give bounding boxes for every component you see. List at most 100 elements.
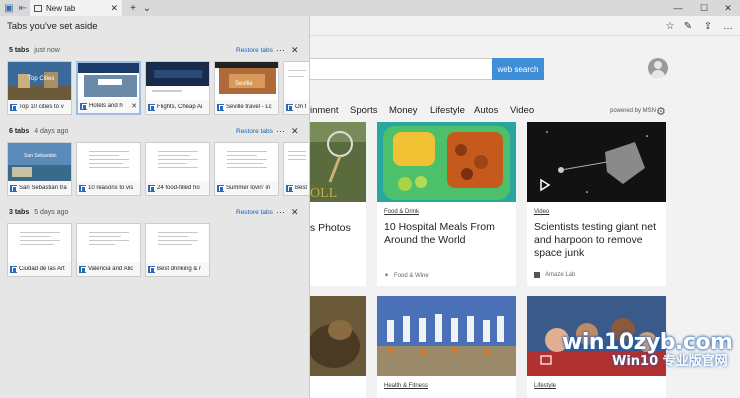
tab-title: Hotels and h: [89, 103, 123, 109]
favorites-star-icon[interactable]: ☆: [662, 18, 678, 34]
news-card[interactable]: Food & Drink 10 Hospital Meals From Arou…: [377, 122, 516, 286]
restore-tabs-link[interactable]: Restore tabs: [236, 209, 273, 216]
source-icon: ⁕: [384, 273, 390, 279]
tab-preview: [89, 232, 129, 248]
set-aside-tab[interactable]: Best drinking & r: [145, 223, 210, 277]
set-aside-tab[interactable]: Valencia and Alic: [76, 223, 141, 277]
remove-group-close-icon[interactable]: ✕: [291, 45, 299, 56]
set-aside-tab[interactable]: Flights, Cheap Ai: [145, 61, 210, 115]
tab-preview: [146, 62, 209, 102]
edge-icon: [80, 102, 87, 110]
tab-group-count: 5 tabs: [9, 47, 30, 54]
title-bar: ▣ ⇤ New tab ✕ + ⌄ — ☐ ✕: [0, 0, 740, 16]
address-bar[interactable]: ☆ ✎ ⇪ …: [310, 16, 740, 36]
window-close-button[interactable]: ✕: [716, 0, 740, 16]
set-aside-tab[interactable]: Top Cities Top 10 cities to v: [7, 61, 72, 115]
edge-icon: [217, 103, 224, 111]
category-lifestyle[interactable]: Lifestyle: [430, 105, 465, 116]
restore-tabs-link[interactable]: Restore tabs: [236, 47, 273, 54]
tab-group-time: 5 days ago: [34, 209, 69, 216]
tab-group-count: 3 tabs: [9, 209, 30, 216]
news-category[interactable]: Lifestyle: [534, 383, 556, 389]
new-tab-button[interactable]: +: [126, 0, 140, 16]
preview-text: San Sebastián: [24, 153, 57, 159]
news-card[interactable]: Video Scientists testing giant net and h…: [527, 122, 666, 286]
category-sports[interactable]: Sports: [350, 105, 377, 116]
minimize-button[interactable]: —: [666, 0, 690, 16]
tab-title: On t: [295, 104, 307, 110]
news-card[interactable]: Health & Fitness: [377, 296, 516, 398]
tab-preview: Seville: [215, 62, 278, 102]
category-video[interactable]: Video: [510, 105, 534, 116]
tab-preview: [284, 62, 309, 102]
tab-title: Flights, Cheap Ai: [157, 104, 203, 110]
restore-tabs-link[interactable]: Restore tabs: [236, 128, 273, 135]
edge-icon: [148, 184, 155, 192]
web-search-button[interactable]: web search: [492, 58, 544, 80]
tab-title: Top 10 cities to v: [19, 104, 64, 110]
tab-preview: [78, 63, 139, 103]
tab-group-time: just now: [34, 47, 60, 54]
edge-icon: [10, 184, 17, 192]
tab-preview: [288, 151, 306, 163]
set-aside-tab[interactable]: 10 reasons to vis: [76, 142, 141, 196]
gear-icon[interactable]: ⚙: [656, 105, 666, 118]
set-aside-tab[interactable]: Hotels and h ✕: [76, 61, 141, 115]
set-aside-tab[interactable]: 24 food-filled ho: [145, 142, 210, 196]
set-aside-tab[interactable]: Seville Seville travel - Lc: [214, 61, 279, 115]
category-money[interactable]: Money: [389, 105, 418, 116]
edge-icon: [148, 265, 155, 273]
remove-tab-close-icon[interactable]: ✕: [131, 102, 137, 110]
set-aside-tab[interactable]: San Sebastián San Sebastián tra: [7, 142, 72, 196]
category-autos[interactable]: Autos: [474, 105, 498, 116]
news-title: 10 Hospital Meals From Around the World: [384, 221, 495, 246]
set-aside-tab[interactable]: On t: [283, 61, 310, 115]
more-menu-icon[interactable]: …: [720, 18, 736, 34]
tab-title: Valencia and Alic: [88, 266, 134, 272]
news-category[interactable]: Video: [534, 209, 549, 215]
set-aside-tab[interactable]: Best: [283, 142, 310, 196]
set-tabs-aside-icon[interactable]: ⇤: [16, 0, 30, 16]
powered-by-label: powered by MSN: [610, 108, 657, 114]
tab-preview: [89, 151, 129, 171]
watermark-subtitle: Win10 专业版官网: [612, 354, 728, 369]
tabs-aside-panel: Tabs you've set aside 5 tabs just now Re…: [0, 16, 310, 398]
news-image: [377, 122, 516, 202]
remove-group-close-icon[interactable]: ✕: [291, 207, 299, 218]
edge-icon: [286, 103, 293, 111]
edge-icon: [10, 265, 17, 273]
category-entertainment[interactable]: inment: [310, 105, 339, 116]
tab-group-header: 5 tabs just now Restore tabs ··· ✕: [9, 45, 305, 59]
svg-text:OLL: OLL: [310, 186, 337, 201]
news-category[interactable]: Health & Fitness: [384, 383, 428, 389]
tab-list-chevron-icon[interactable]: ⌄: [140, 0, 154, 16]
tab-title: Seville travel - Lc: [226, 104, 272, 110]
tab-group-header: 6 tabs 4 days ago Restore tabs ··· ✕: [9, 126, 305, 140]
tab-close-icon[interactable]: ✕: [110, 3, 118, 14]
remove-group-close-icon[interactable]: ✕: [291, 126, 299, 137]
tab-favicon-icon: [34, 4, 42, 12]
tabs-aside-icon[interactable]: ▣: [2, 0, 16, 16]
tab-title: New tab: [46, 3, 76, 13]
news-title: Scientists testing giant net and harpoon…: [534, 221, 656, 259]
more-options-icon[interactable]: ···: [276, 45, 285, 55]
set-aside-tab[interactable]: Summer lovin' in: [214, 142, 279, 196]
tab-group-header: 3 tabs 5 days ago Restore tabs ··· ✕: [9, 207, 305, 221]
edge-icon: [10, 103, 17, 111]
maximize-button[interactable]: ☐: [692, 0, 716, 16]
more-options-icon[interactable]: ···: [276, 207, 285, 217]
edge-icon: [79, 265, 86, 273]
share-icon[interactable]: ⇪: [700, 18, 716, 34]
set-aside-tab[interactable]: Ciudad de las Art: [7, 223, 72, 277]
profile-avatar[interactable]: [648, 58, 668, 78]
tab-preview: Top Cities: [8, 62, 71, 102]
notes-icon[interactable]: ✎: [680, 18, 696, 34]
tab-title: Summer lovin' in: [226, 185, 271, 191]
news-category[interactable]: Food & Drink: [384, 209, 419, 215]
search-input[interactable]: [310, 58, 493, 80]
tab-title: 24 food-filled ho: [157, 185, 200, 191]
tab-new-tab[interactable]: New tab ✕: [30, 0, 122, 16]
more-options-icon[interactable]: ···: [276, 126, 285, 136]
tab-preview: [227, 151, 267, 171]
tab-title: Best: [295, 185, 307, 191]
